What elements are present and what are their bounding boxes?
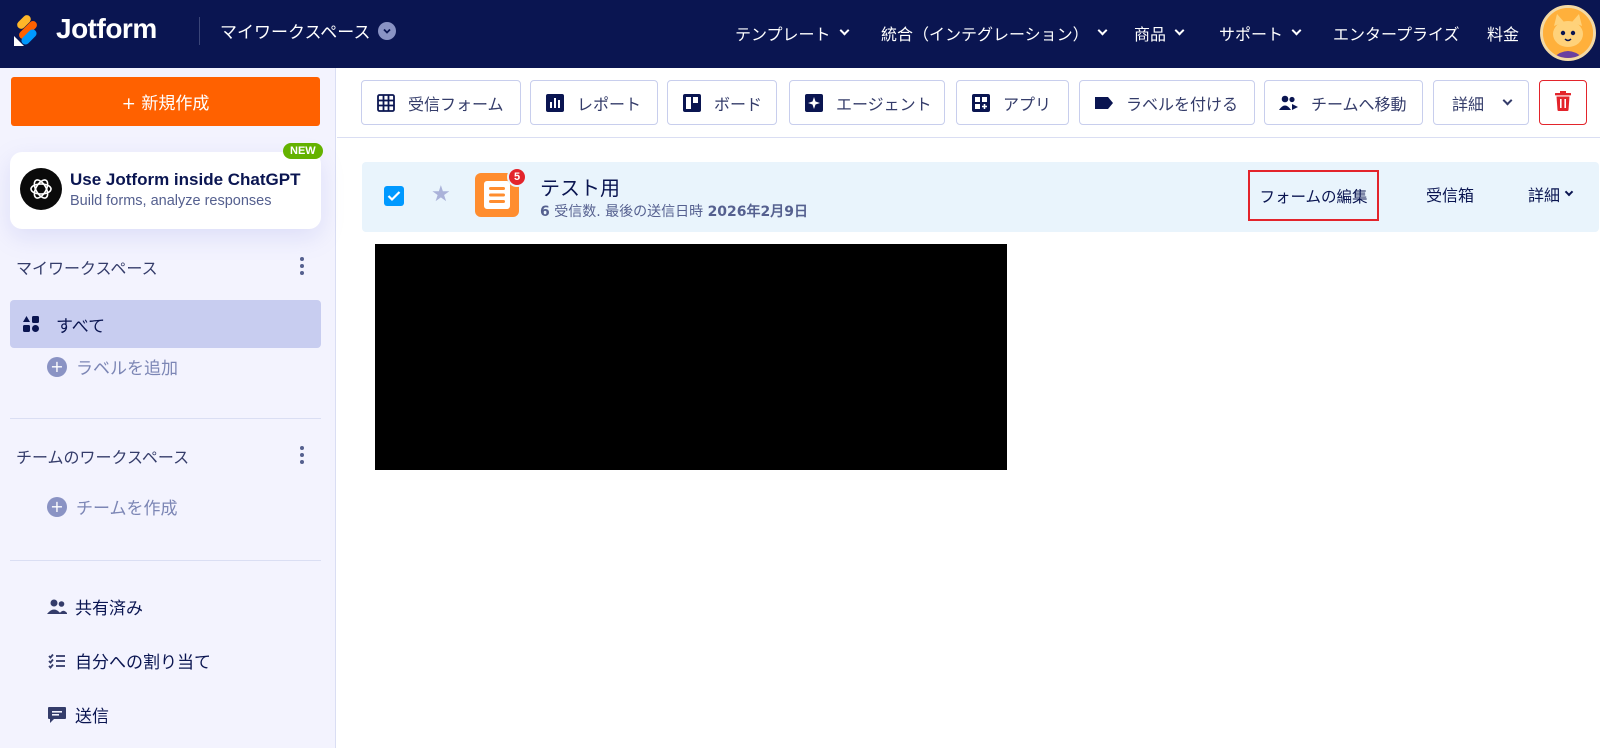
nav-integrations[interactable]: 統合（インテグレーション）	[881, 21, 1108, 45]
sidebar-item-label: 共有済み	[75, 599, 143, 619]
chevron-down-icon	[1564, 187, 1574, 196]
nav-pricing[interactable]: 料金	[1487, 21, 1519, 45]
workspace-label: マイワークスペース	[220, 23, 371, 43]
inbox-button[interactable]: 受信箱	[1426, 182, 1474, 206]
nav-templates-label: テンプレート	[735, 25, 831, 44]
sidebar-item-label: 送信	[75, 707, 109, 727]
agent-icon	[804, 93, 824, 113]
workspace-switcher[interactable]: マイワークスペース	[220, 18, 397, 43]
my-workspace-heading: マイワークスペース	[16, 259, 158, 278]
sidebar: + 新規作成 Use Jotform inside ChatGPT Build …	[0, 68, 336, 748]
brand-name: Jotform	[56, 13, 157, 44]
promo-title: Use Jotform inside ChatGPT	[70, 170, 301, 189]
nav-enterprise[interactable]: エンタープライズ	[1333, 21, 1460, 45]
jotform-logo-icon	[14, 12, 44, 46]
button-label: チームへ移動	[1311, 94, 1407, 114]
top-navigation: Jotform マイワークスペース テンプレート 統合（インテグレーション） 商…	[0, 0, 1600, 68]
nav-support[interactable]: サポート	[1219, 21, 1302, 45]
button-label: アプリ	[1003, 94, 1052, 114]
button-label: 受信フォーム	[408, 94, 504, 114]
agent-button[interactable]: エージェント	[789, 80, 945, 125]
table-icon	[376, 93, 396, 113]
form-more-button[interactable]: 詳細	[1528, 182, 1574, 206]
app-icon	[971, 93, 991, 113]
nav-divider	[199, 17, 200, 45]
chatgpt-promo-card[interactable]: Use Jotform inside ChatGPT Build forms, …	[10, 152, 321, 229]
chevron-down-icon	[839, 25, 849, 36]
jotform-logo[interactable]: Jotform	[14, 12, 157, 46]
last-submission-date: 2026年2月9日	[707, 204, 809, 220]
nav-products[interactable]: 商品	[1134, 21, 1185, 45]
form-list-item[interactable]: ★ 5 テスト用 6 受信数. 最後の送信日時 2026年2月9日 フォームの編…	[362, 162, 1599, 232]
nav-support-label: サポート	[1219, 25, 1284, 44]
sidebar-item-all[interactable]: すべて	[10, 300, 321, 348]
submissions-count: 6	[540, 204, 550, 220]
plus-icon: +	[47, 496, 67, 517]
nav-templates[interactable]: テンプレート	[735, 21, 849, 45]
report-button[interactable]: レポート	[530, 80, 658, 125]
chevron-down-icon	[1174, 25, 1185, 36]
sidebar-item-label: 自分への割り当て	[75, 653, 211, 673]
plus-icon: +	[47, 356, 67, 377]
users-icon	[47, 597, 67, 617]
nav-enterprise-label: エンタープライズ	[1333, 25, 1460, 44]
button-label: ラベルを付ける	[1126, 94, 1239, 114]
chevron-down-icon	[1291, 25, 1302, 36]
button-label: 詳細	[1452, 94, 1485, 114]
sidebar-divider	[10, 560, 321, 561]
delete-button[interactable]	[1539, 80, 1587, 125]
team-workspace-heading: チームのワークスペース	[16, 448, 190, 467]
my-workspace-menu-icon[interactable]	[300, 257, 304, 275]
button-label: レポート	[577, 94, 642, 114]
favorite-star-icon[interactable]: ★	[431, 182, 451, 207]
new-badge: NEW	[283, 143, 323, 159]
app-button[interactable]: アプリ	[956, 80, 1069, 125]
team-workspace-menu-icon[interactable]	[300, 446, 304, 464]
inbox-forms-button[interactable]: 受信フォーム	[361, 80, 521, 125]
promo-subtitle: Build forms, analyze responses	[70, 193, 272, 209]
message-icon	[47, 705, 67, 725]
form-title[interactable]: テスト用	[540, 172, 620, 201]
chevron-down-icon	[1097, 25, 1108, 36]
nav-products-label: 商品	[1134, 25, 1167, 44]
sidebar-divider	[10, 418, 321, 419]
board-button[interactable]: ボード	[667, 80, 777, 125]
chevron-down-icon	[378, 21, 397, 40]
form-more-label: 詳細	[1528, 186, 1561, 205]
board-icon	[682, 93, 702, 113]
toolbar: 受信フォーム レポート ボード エージェント アプリ ラベルを付ける チームへ移…	[337, 68, 1600, 138]
button-label: エージェント	[836, 94, 932, 114]
create-new-button[interactable]: + 新規作成	[11, 77, 320, 126]
add-label-button[interactable]: + ラベルを追加	[47, 354, 178, 379]
submissions-label: 受信数. 最後の送信日時	[554, 204, 704, 220]
create-team-text: チームを作成	[76, 499, 178, 519]
redacted-area	[375, 244, 1007, 470]
chevron-down-icon	[1502, 95, 1513, 105]
checklist-icon	[47, 651, 67, 671]
add-label-text: ラベルを追加	[76, 359, 178, 379]
all-forms-icon	[22, 315, 40, 333]
unread-count-badge: 5	[507, 167, 527, 187]
report-icon	[545, 93, 565, 113]
trash-icon	[1554, 90, 1572, 115]
nav-integrations-label: 統合（インテグレーション）	[881, 25, 1089, 44]
form-select-checkbox[interactable]	[384, 186, 404, 206]
add-label-toolbar-button[interactable]: ラベルを付ける	[1079, 80, 1255, 125]
chatgpt-icon	[20, 168, 62, 210]
create-team-button[interactable]: + チームを作成	[47, 494, 178, 519]
sidebar-item-shared[interactable]: 共有済み	[47, 594, 143, 619]
button-label: ボード	[714, 94, 763, 114]
sidebar-item-label: すべて	[56, 316, 106, 337]
team-move-icon	[1279, 93, 1299, 113]
tag-icon	[1094, 93, 1114, 113]
form-meta: 6 受信数. 最後の送信日時 2026年2月9日	[540, 201, 808, 221]
sidebar-item-assigned[interactable]: 自分への割り当て	[47, 648, 211, 673]
user-avatar[interactable]	[1540, 5, 1596, 61]
nav-pricing-label: 料金	[1487, 25, 1520, 44]
more-toolbar-button[interactable]: 詳細	[1433, 80, 1529, 125]
move-to-team-button[interactable]: チームへ移動	[1264, 80, 1423, 125]
edit-form-button[interactable]: フォームの編集	[1248, 170, 1379, 221]
sidebar-item-submissions[interactable]: 送信	[47, 702, 109, 727]
